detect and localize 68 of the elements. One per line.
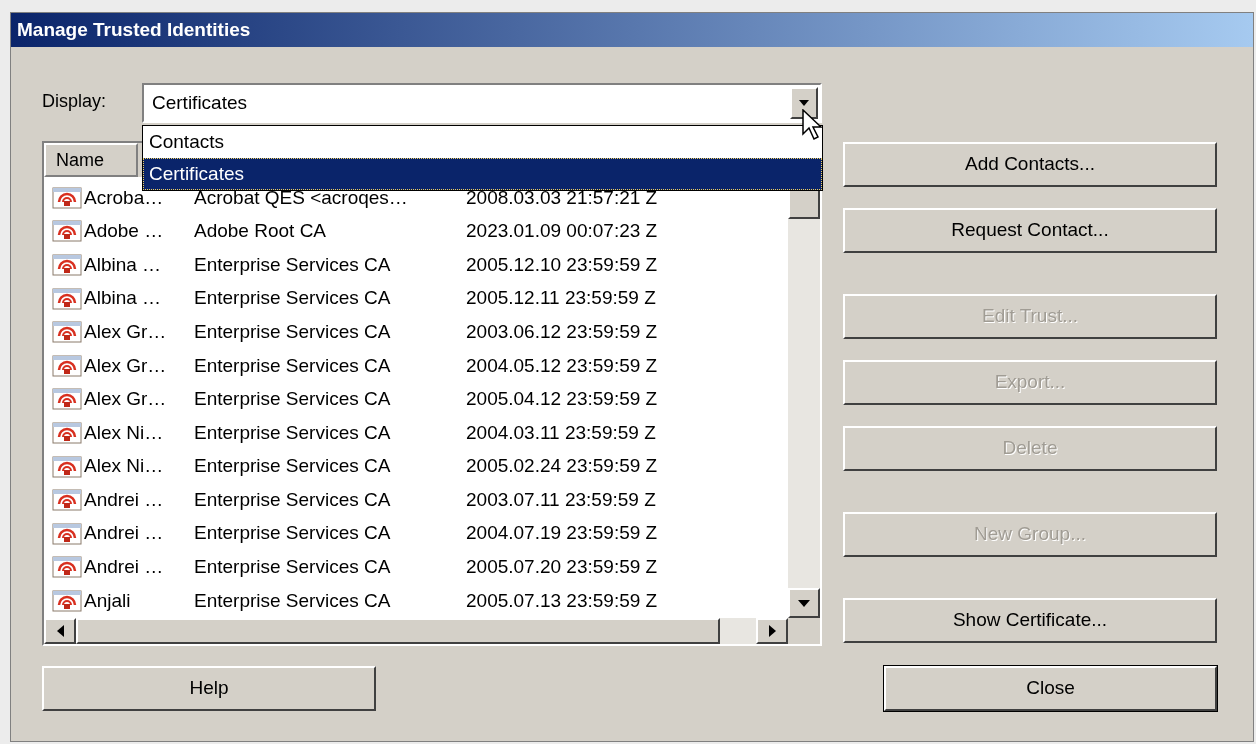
dropdown-arrow-button[interactable] bbox=[790, 87, 818, 119]
expiry-date-cell-text: 2004.05.12 23:59:59 Z bbox=[466, 353, 659, 378]
down-arrow-icon bbox=[798, 599, 810, 607]
cert-name-cell-text: Alex Ni… bbox=[84, 454, 165, 479]
certificate-icon bbox=[52, 321, 82, 344]
expiry-date-cell-text: 2005.07.13 23:59:59 Z bbox=[466, 588, 659, 613]
certificate-icon bbox=[52, 421, 82, 444]
display-dropdown[interactable]: Certificates bbox=[142, 83, 822, 123]
cert-name-cell-text: Anjali bbox=[84, 588, 132, 613]
expiry-date-cell-text: 2005.12.11 23:59:59 Z bbox=[466, 286, 657, 311]
expiry-date-cell-text: 2005.07.20 23:59:59 Z bbox=[466, 555, 659, 580]
certificate-icon bbox=[52, 220, 82, 243]
caret-icon bbox=[799, 100, 809, 106]
issuer-cell-text: Enterprise Services CA bbox=[194, 353, 392, 378]
certificate-icon bbox=[52, 287, 82, 310]
issuer-cell-text: Enterprise Services CA bbox=[194, 487, 392, 512]
scrollbar-corner bbox=[788, 618, 820, 644]
cert-name-cell-text: Alex Gr… bbox=[84, 319, 168, 344]
certificate-icon bbox=[52, 354, 82, 377]
certificate-icon bbox=[52, 455, 82, 478]
expiry-date-cell-text: 2003.06.12 23:59:59 Z bbox=[466, 319, 659, 344]
cert-name-cell-text: Alex Ni… bbox=[84, 420, 165, 445]
action-button[interactable]: Request Contact... bbox=[843, 208, 1217, 253]
expiry-date-cell-text: 2005.04.12 23:59:59 Z bbox=[466, 387, 659, 412]
issuer-cell-text: Adobe Root CA bbox=[194, 219, 328, 244]
cert-name-cell-text: Andrei … bbox=[84, 487, 165, 512]
issuer-cell-text: Enterprise Services CA bbox=[194, 319, 392, 344]
expiry-date-cell-text: 2004.07.19 23:59:59 Z bbox=[466, 521, 659, 546]
issuer-cell-text: Enterprise Services CA bbox=[194, 387, 392, 412]
dropdown-option[interactable]: Certificates bbox=[143, 158, 822, 190]
cert-name-cell-text: Andrei … bbox=[84, 555, 165, 580]
expiry-date-cell-text: 2003.07.11 23:59:59 Z bbox=[466, 487, 657, 512]
issuer-cell-text: Enterprise Services CA bbox=[194, 252, 392, 277]
cert-name-cell-text: Alex Gr… bbox=[84, 353, 168, 378]
footer-button[interactable]: Help bbox=[42, 666, 376, 711]
column-header[interactable]: Name bbox=[44, 143, 138, 177]
cert-name-cell-text: Andrei … bbox=[84, 521, 165, 546]
action-button[interactable]: Add Contacts... bbox=[843, 142, 1217, 187]
cert-name-cell-text: Adobe … bbox=[84, 219, 165, 244]
certificate-icon bbox=[52, 186, 82, 209]
display-label: Display: bbox=[42, 89, 108, 113]
issuer-cell-text: Enterprise Services CA bbox=[194, 420, 392, 445]
expiry-date-cell-text: 2005.12.10 23:59:59 Z bbox=[466, 252, 659, 277]
cert-name-cell-text: Alex Gr… bbox=[84, 387, 168, 412]
action-button[interactable]: Show Certificate... bbox=[843, 598, 1217, 643]
footer-button[interactable]: Close bbox=[884, 666, 1217, 711]
certificate-icon bbox=[52, 388, 82, 411]
issuer-cell-text: Enterprise Services CA bbox=[194, 588, 392, 613]
expiry-date-cell-text: 2023.01.09 00:07:23 Z bbox=[466, 219, 659, 244]
right-arrow-icon bbox=[768, 625, 776, 637]
cert-name-cell-text: Albina … bbox=[84, 252, 163, 277]
expiry-date-cell-text: 2005.02.24 23:59:59 Z bbox=[466, 454, 659, 479]
window-title: Manage Trusted Identities bbox=[17, 17, 251, 42]
cert-name-cell-text: Albina … bbox=[84, 286, 163, 311]
left-arrow-icon bbox=[56, 625, 64, 637]
certificate-icon bbox=[52, 589, 82, 612]
issuer-cell-text: Enterprise Services CA bbox=[194, 286, 392, 311]
certificate-icon bbox=[52, 489, 82, 512]
issuer-cell-text: Enterprise Services CA bbox=[194, 521, 392, 546]
scroll-down-button[interactable] bbox=[788, 588, 820, 618]
issuer-cell-text: Enterprise Services CA bbox=[194, 454, 392, 479]
issuer-cell-text: Enterprise Services CA bbox=[194, 555, 392, 580]
expiry-date-cell-text: 2004.03.11 23:59:59 Z bbox=[466, 420, 657, 445]
certificate-icon bbox=[52, 254, 82, 276]
scroll-left-button[interactable] bbox=[44, 618, 76, 644]
scroll-right-button[interactable] bbox=[756, 618, 788, 644]
certificate-icon bbox=[52, 556, 82, 579]
certificate-icon bbox=[52, 522, 82, 545]
